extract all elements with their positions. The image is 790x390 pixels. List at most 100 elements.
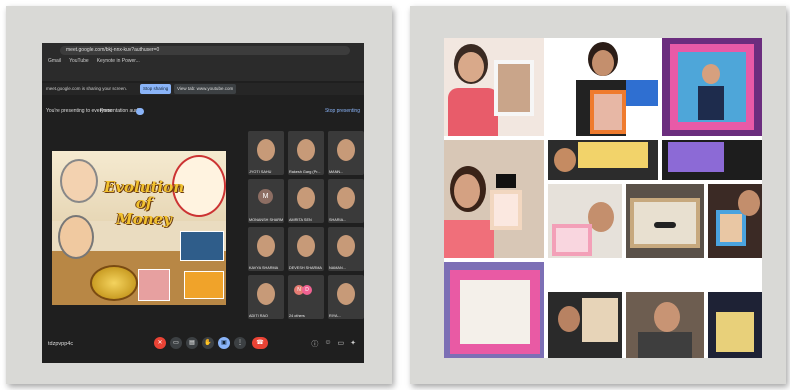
participant-tile[interactable]: M MONANSH SHARM... [248, 179, 284, 223]
more-options-button[interactable]: ⋮ [234, 337, 246, 349]
student-face [738, 190, 760, 216]
collage-photo [662, 140, 762, 180]
man-illustration [58, 215, 94, 259]
slide-title-line1: Evolution [103, 178, 185, 196]
participant-name: DEVESH SHARMA [289, 266, 322, 270]
participant-video [337, 283, 355, 305]
participant-tile[interactable]: AMRITA SEN [288, 179, 324, 223]
participant-video [257, 235, 275, 257]
raise-hand-button[interactable]: ✋ [202, 337, 214, 349]
held-photo-frame [716, 210, 746, 246]
participant-tile[interactable]: RIYA... [328, 275, 364, 319]
others-avatars: N D [294, 285, 312, 295]
meeting-controls: tdzpvpp4c ✕ ▭ ▤ ✋ ▣ ⋮ ☎ ⓘ ☺ ▭ ✦ [42, 331, 364, 363]
held-card [582, 298, 618, 342]
participant-name: MONANSH SHARM... [249, 218, 283, 222]
held-card [668, 142, 724, 172]
participant-tile[interactable]: NAMAN... [328, 227, 364, 271]
collage-photo [626, 292, 704, 358]
participant-grid: JYOTI SAHU Rakesh Garg (Pr... MANN... MM… [248, 131, 364, 331]
left-photo-frame: meet.google.com/bkj-nnx-kuv?authuser=0 G… [6, 6, 392, 384]
participant-video [257, 283, 275, 305]
student-shirt [444, 220, 494, 258]
bookmark-gmail[interactable]: Gmail [48, 58, 61, 66]
participant-video [297, 235, 315, 257]
collage-photo [708, 184, 762, 258]
participant-video [337, 187, 355, 209]
banknote-illustration [138, 269, 170, 301]
participant-name: AMRITA SEN [289, 218, 312, 222]
participant-tile[interactable]: ADITI RAO [248, 275, 284, 319]
participant-name: SHARIA... [329, 218, 347, 222]
video-controls-overlay [654, 222, 676, 228]
camera-button[interactable]: ▭ [170, 337, 182, 349]
bookmark-keynote[interactable]: Keynote in Power... [97, 58, 140, 66]
student-face [454, 174, 480, 208]
held-photo-frame [494, 60, 534, 116]
participant-video [297, 187, 315, 209]
others-tile[interactable]: N D 24 others [288, 275, 324, 319]
collage-photo [626, 184, 704, 258]
held-photo-frame [552, 224, 592, 256]
address-bar[interactable]: meet.google.com/bkj-nnx-kuv?authuser=0 [60, 46, 350, 55]
stop-sharing-button[interactable]: Stop sharing [140, 84, 172, 94]
side-panel-icons: ⓘ ☺ ▭ ✦ [311, 339, 356, 349]
present-button[interactable]: ▣ [218, 337, 230, 349]
child-suit [698, 86, 724, 120]
participant-tile[interactable]: MANN... [328, 131, 364, 175]
activities-icon[interactable]: ✦ [350, 339, 356, 349]
bookmarks-bar: Gmail YouTube Keynote in Power... [48, 58, 140, 66]
presentation-bar: You're presenting to everyone Presentati… [42, 106, 364, 118]
info-icon[interactable]: ⓘ [311, 339, 318, 349]
participant-video [337, 139, 355, 161]
collage-photo [444, 262, 544, 358]
participant-name: RIYA... [329, 314, 341, 318]
participant-name: JYOTI SAHU [249, 170, 272, 174]
presentation-audio-toggle[interactable] [136, 108, 144, 115]
slide-title-line3: Money [116, 210, 172, 228]
participant-name: ADITI RAO [249, 314, 268, 318]
collage-photo [444, 38, 544, 136]
decorated-frame [450, 270, 540, 354]
participant-tile[interactable]: SHARIA... [328, 179, 364, 223]
chat-icon[interactable]: ▭ [338, 339, 345, 349]
collage-photo [708, 292, 762, 358]
student-face [554, 148, 576, 172]
mic-off-button[interactable]: ✕ [154, 337, 166, 349]
slide-title-line2: of [135, 194, 153, 212]
collage-photo [548, 140, 658, 180]
child-face [702, 64, 720, 84]
browser-chrome: meet.google.com/bkj-nnx-kuv?authuser=0 G… [42, 43, 364, 81]
video-meeting-screenshot: meet.google.com/bkj-nnx-kuv?authuser=0 G… [42, 43, 364, 363]
participant-avatar: M [258, 189, 273, 204]
participant-tile[interactable]: DEVESH SHARMA [288, 227, 324, 271]
participant-name: MANN... [329, 170, 344, 174]
participant-tile[interactable]: Rakesh Garg (Pr... [288, 131, 324, 175]
held-card [716, 312, 754, 352]
collage-photo [444, 140, 544, 258]
stop-presenting-button[interactable]: Stop presenting [325, 108, 360, 114]
view-tab-button[interactable]: View tab: www.youtube.com [174, 84, 237, 94]
people-icon[interactable]: ☺ [324, 339, 331, 349]
leave-call-button[interactable]: ☎ [252, 337, 268, 349]
screen-share-bar: meet.google.com is sharing your screen. … [42, 83, 364, 95]
share-message: meet.google.com is sharing your screen. [46, 86, 128, 91]
collage-photo [548, 38, 658, 136]
participant-tile[interactable]: JYOTI SAHU [248, 131, 284, 175]
slide-title: Evolution of Money [94, 179, 194, 227]
collage-photo [662, 38, 762, 136]
debit-card-illustration [184, 271, 224, 299]
held-photo-frame [490, 190, 522, 230]
captions-button[interactable]: ▤ [186, 337, 198, 349]
participant-tile[interactable]: KAVYA SHARMA [248, 227, 284, 271]
meeting-code: tdzpvpp4c [48, 341, 74, 347]
participant-video [337, 235, 355, 257]
shared-slide: Evolution of Money [52, 151, 226, 305]
student-photo-collage [444, 38, 762, 358]
coins-illustration [90, 265, 138, 301]
held-photo-frame [590, 90, 626, 134]
bookmark-youtube[interactable]: YouTube [69, 58, 89, 66]
participant-video [257, 139, 275, 161]
right-photo-frame [410, 6, 786, 384]
collage-photo [548, 292, 622, 358]
